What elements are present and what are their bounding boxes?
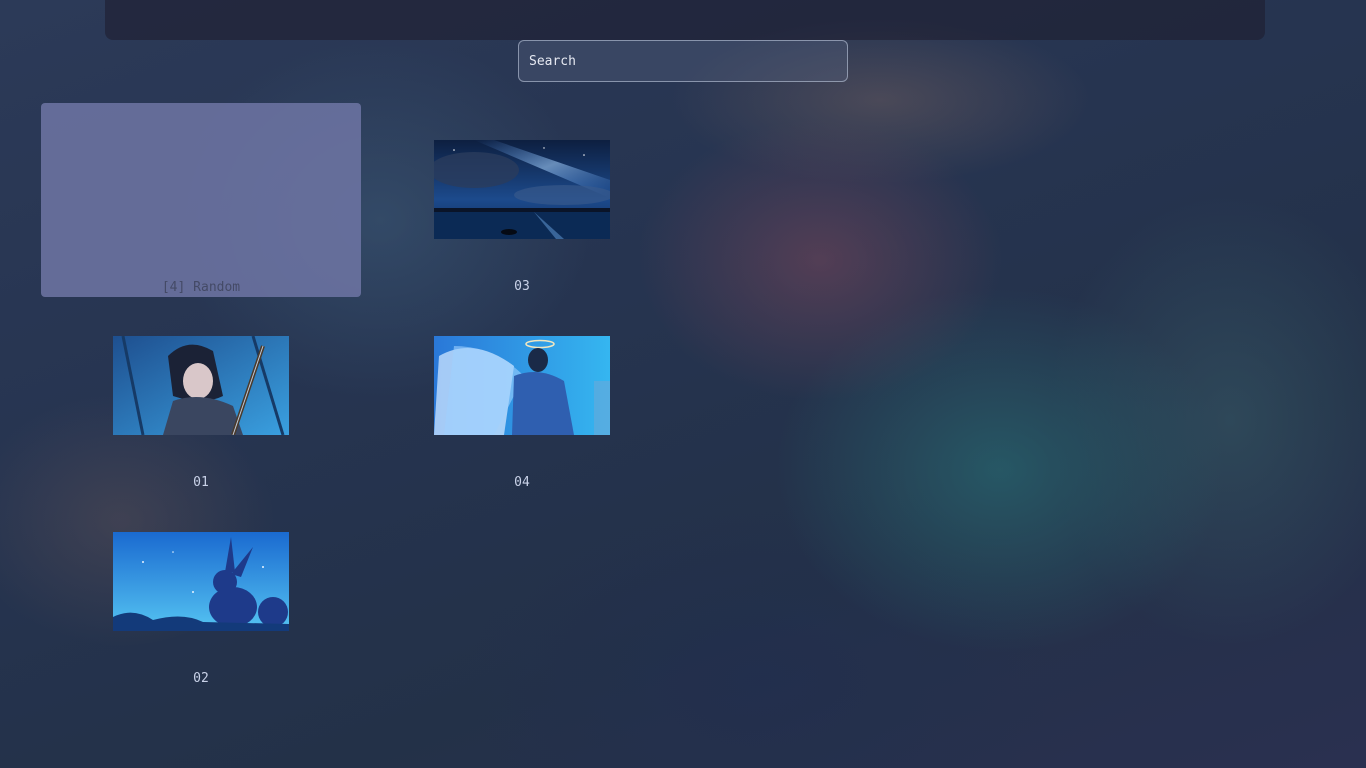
wallpaper-label: 01 bbox=[193, 475, 209, 490]
wallpaper-label: 03 bbox=[514, 279, 530, 294]
wallpaper-item-random[interactable]: [4] Random bbox=[41, 103, 361, 297]
search-input[interactable] bbox=[518, 40, 848, 82]
angel-with-halo-thumbnail bbox=[434, 336, 610, 435]
wallpaper-item-03[interactable]: 03 bbox=[362, 103, 682, 297]
wallpaper-item-04[interactable]: 04 bbox=[362, 299, 682, 493]
wallpaper-label: [4] Random bbox=[161, 280, 241, 295]
rabbit-silhouette-thumbnail bbox=[113, 532, 289, 631]
top-bar bbox=[105, 0, 1265, 40]
wallpaper-label: 02 bbox=[193, 671, 209, 686]
girl-with-sword-thumbnail bbox=[113, 336, 289, 435]
wallpaper-label: 04 bbox=[514, 475, 530, 490]
wallpaper-item-01[interactable]: 01 bbox=[41, 299, 361, 493]
night-sky-lake-thumbnail bbox=[434, 140, 610, 239]
wallpaper-item-02[interactable]: 02 bbox=[41, 495, 361, 689]
